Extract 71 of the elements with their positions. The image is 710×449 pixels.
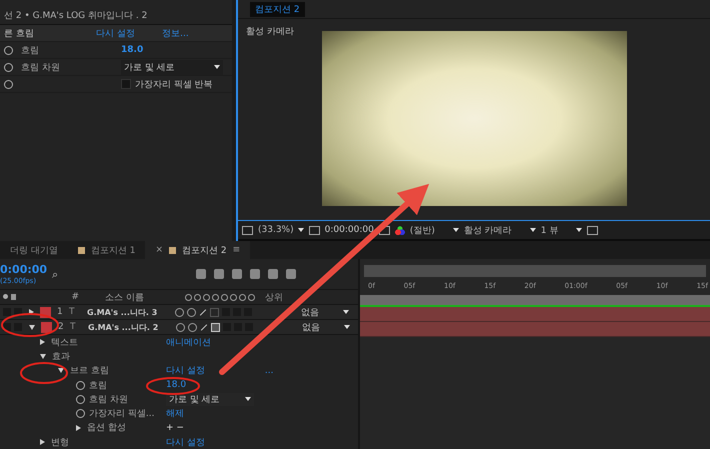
expand-toggle[interactable]	[40, 339, 45, 346]
camera-label: 활성 카메라	[246, 26, 294, 38]
timeline-tab[interactable]: 더링 대기열	[0, 241, 68, 259]
column-header: #	[70, 292, 80, 302]
property-label: 변형	[51, 436, 69, 449]
fit-icon[interactable]	[308, 226, 320, 234]
about-link[interactable]: 정보...	[162, 26, 228, 40]
layout-icon[interactable]	[587, 226, 598, 234]
dropdown[interactable]: 가로 및 세로	[121, 60, 223, 74]
view-dropdown[interactable]: 1 뷰	[540, 224, 582, 236]
property-value[interactable]: 18.0	[166, 380, 186, 390]
property-value[interactable]: 18.0	[121, 45, 144, 55]
expand-toggle[interactable]	[29, 309, 34, 315]
expand-toggle[interactable]	[76, 424, 81, 431]
add-remove-controls[interactable]: + −	[166, 422, 184, 433]
camera-dropdown[interactable]: 활성 카메라	[464, 224, 536, 236]
property-label: 흐림	[21, 44, 40, 56]
parent-dropdown[interactable]: 없음	[302, 320, 350, 334]
property-label: 흐림	[89, 380, 107, 392]
layer-number: 1	[57, 307, 64, 317]
label-color-swatch[interactable]	[41, 322, 52, 332]
expand-toggle[interactable]	[40, 354, 46, 359]
stopwatch-icon[interactable]	[76, 409, 85, 418]
property-value[interactable]: 애니메이션	[166, 336, 211, 349]
property-label: 흐림 차원	[89, 394, 128, 406]
property-value[interactable]: 다시 설정	[166, 436, 205, 449]
expand-toggle[interactable]	[29, 324, 35, 330]
expand-toggle[interactable]	[40, 439, 45, 446]
checkbox-label: 가장자리 픽셀 반복	[135, 78, 213, 90]
property-label: 가장자리 픽셀...	[89, 408, 154, 420]
layer-type-icon: T	[69, 307, 87, 317]
zoom-dropdown[interactable]: (33.3%)	[258, 225, 304, 235]
quality-switch-icon[interactable]	[200, 324, 208, 330]
search-field[interactable]: ⌕	[52, 268, 172, 280]
layer-type-icon: T	[70, 322, 88, 332]
property-value[interactable]: 다시 설정	[166, 364, 205, 378]
annotation-ellipse	[146, 377, 200, 395]
layer-number: 2	[58, 322, 65, 332]
property-label: 효과	[52, 350, 70, 363]
annotation-ellipse	[20, 362, 68, 384]
current-time[interactable]: 0:00:00	[0, 262, 48, 278]
quality-switch-icon[interactable]	[200, 308, 206, 316]
property-label: 옵션 합성	[87, 422, 126, 434]
timecode[interactable]: 0:00:00:00	[324, 225, 374, 235]
annotation-ellipse	[1, 313, 59, 337]
property-label: 흐림 차원	[21, 62, 61, 74]
property-label: 브르 흐림	[70, 365, 109, 378]
column-header[interactable]: 상위	[265, 290, 283, 304]
resolution-dropdown[interactable]: (절반)	[410, 224, 459, 236]
timeline-tab[interactable]: × 컴포지션 2 ≡	[145, 241, 250, 259]
layer-name[interactable]: G.MA's ...니다. 2	[88, 322, 176, 332]
stopwatch-icon[interactable]	[76, 380, 85, 390]
eye-icon[interactable]	[3, 294, 8, 299]
effect-name: 른 흐림	[4, 28, 35, 40]
expand-toggle[interactable]	[58, 368, 64, 374]
timeline-tab[interactable]: 컴포지션 1	[68, 241, 146, 259]
composition-tab[interactable]: 컴포지션 2	[250, 2, 305, 16]
property-label: 텍스트	[51, 336, 78, 349]
checkbox[interactable]	[121, 79, 131, 89]
reset-link[interactable]: 다시 설정	[96, 26, 162, 40]
effect-switch[interactable]	[210, 308, 219, 316]
stopwatch-icon[interactable]	[76, 394, 85, 404]
property-value[interactable]: 해제	[166, 407, 184, 420]
switch-box[interactable]	[14, 323, 22, 331]
region-icon[interactable]	[242, 226, 253, 234]
column-header[interactable]: 소스 이름	[105, 290, 185, 304]
more-link[interactable]: ...	[264, 366, 274, 376]
color-channels-icon[interactable]	[394, 226, 405, 234]
layer-name[interactable]: G.MA's ...니다. 3	[87, 306, 175, 318]
parent-dropdown[interactable]: 없음	[301, 306, 349, 318]
switch-box[interactable]	[3, 308, 11, 316]
